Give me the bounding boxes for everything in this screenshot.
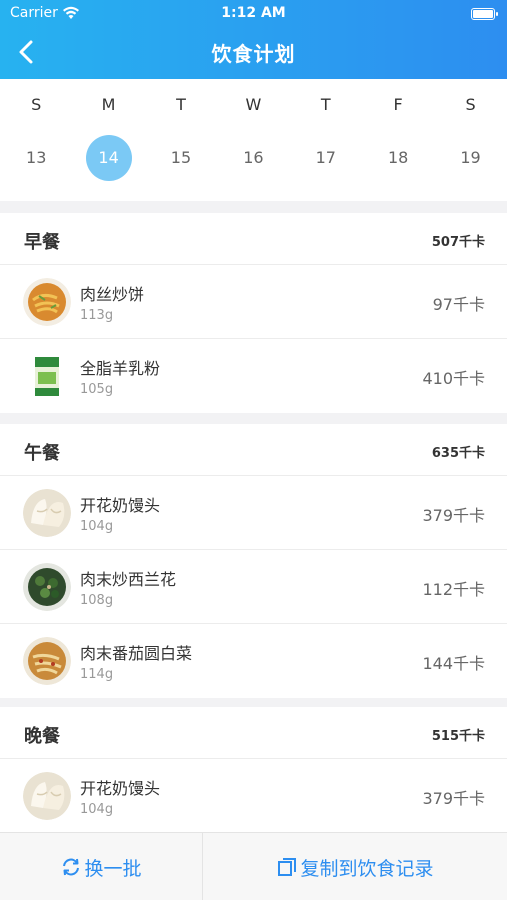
nav-header: Carrier 1:12 AM 饮食计划: [0, 0, 507, 79]
weekday-label: S: [31, 95, 42, 114]
battery-icon: [471, 8, 498, 20]
broccoli-dish-icon: [23, 563, 71, 611]
clock: 1:12 AM: [221, 5, 286, 21]
week-calendar: S M T W T F S 13 14 15 16 17 18 19: [0, 79, 507, 201]
weekday-label: M: [101, 95, 116, 114]
meal-title: 午餐: [24, 443, 60, 464]
cabbage-dish-icon: [23, 637, 71, 685]
food-weight: 114g: [80, 667, 114, 682]
meal-title: 早餐: [24, 232, 60, 253]
food-weight: 113g: [80, 308, 114, 323]
meal-header: 晚餐 515千卡: [0, 707, 507, 759]
steamed-bun-icon: [23, 489, 71, 537]
meal-header: 午餐 635千卡: [0, 424, 507, 476]
fried-noodle-dish-icon: [23, 278, 71, 326]
meal-total-kcal: 515千卡: [431, 729, 485, 744]
meal-section-breakfast: 早餐 507千卡 肉丝炒饼 113g 97千卡 全脂羊乳粉 105g 410千卡: [0, 213, 507, 413]
meal-header: 早餐 507千卡: [0, 213, 507, 265]
food-item[interactable]: 肉丝炒饼 113g 97千卡: [0, 265, 507, 339]
bottom-action-bar: 换一批 复制到饮食记录: [0, 832, 507, 900]
food-name: 肉末番茄圆白菜: [80, 644, 193, 663]
food-name: 肉末炒西兰花: [80, 570, 177, 589]
food-weight: 105g: [80, 382, 114, 397]
refresh-label: 换一批: [84, 857, 142, 880]
food-item[interactable]: 开花奶馒头 104g 379千卡: [0, 476, 507, 550]
date-cell[interactable]: 18: [362, 135, 434, 181]
meal-total-kcal: 635千卡: [431, 446, 485, 461]
refresh-icon: [63, 858, 80, 876]
weekday-row: S M T W T F S: [0, 95, 507, 114]
copy-to-record-button[interactable]: 复制到饮食记录: [203, 833, 507, 900]
weekday-label: T: [320, 95, 331, 114]
food-name: 肉丝炒饼: [80, 285, 145, 304]
food-weight: 104g: [80, 802, 114, 817]
weekday-label: F: [393, 95, 403, 114]
food-kcal: 379千卡: [422, 789, 485, 808]
food-kcal: 379千卡: [422, 506, 485, 525]
food-name: 开花奶馒头: [80, 496, 161, 515]
date-cell[interactable]: 17: [290, 135, 362, 181]
food-weight: 108g: [80, 593, 114, 608]
meal-total-kcal: 507千卡: [431, 235, 485, 250]
food-kcal: 144千卡: [422, 654, 485, 673]
meal-section-dinner: 晚餐 515千卡 开花奶馒头 104g 379千卡: [0, 707, 507, 833]
food-item[interactable]: 肉末炒西兰花 108g 112千卡: [0, 550, 507, 624]
copy-icon: [278, 858, 297, 876]
food-kcal: 97千卡: [432, 295, 485, 314]
food-kcal: 112千卡: [422, 580, 485, 599]
date-row: 13 14 15 16 17 18 19: [0, 135, 507, 181]
weekday-label: T: [176, 95, 186, 114]
meal-title: 晚餐: [24, 726, 60, 747]
status-bar: Carrier 1:12 AM: [0, 4, 507, 24]
food-weight: 104g: [80, 519, 114, 534]
food-item[interactable]: 肉末番茄圆白菜 114g 144千卡: [0, 624, 507, 698]
steamed-bun-icon: [23, 772, 71, 820]
food-item[interactable]: 开花奶馒头 104g 379千卡: [0, 759, 507, 833]
date-cell[interactable]: 15: [145, 135, 217, 181]
milk-powder-bag-icon: [23, 352, 71, 400]
food-name: 开花奶馒头: [80, 779, 161, 798]
refresh-button[interactable]: 换一批: [0, 833, 203, 900]
food-kcal: 410千卡: [422, 369, 485, 388]
date-cell[interactable]: 19: [434, 135, 506, 181]
food-item[interactable]: 全脂羊乳粉 105g 410千卡: [0, 339, 507, 413]
date-cell-selected[interactable]: 14: [72, 135, 144, 181]
page-title: 饮食计划: [211, 42, 296, 66]
food-name: 全脂羊乳粉: [80, 359, 161, 378]
meal-section-lunch: 午餐 635千卡 开花奶馒头 104g 379千卡 肉末炒西兰花 108g 11…: [0, 424, 507, 698]
date-cell[interactable]: 13: [0, 135, 72, 181]
weekday-label: W: [245, 95, 262, 114]
date-cell[interactable]: 16: [217, 135, 289, 181]
weekday-label: S: [465, 95, 476, 114]
copy-label: 复制到饮食记录: [300, 857, 434, 880]
